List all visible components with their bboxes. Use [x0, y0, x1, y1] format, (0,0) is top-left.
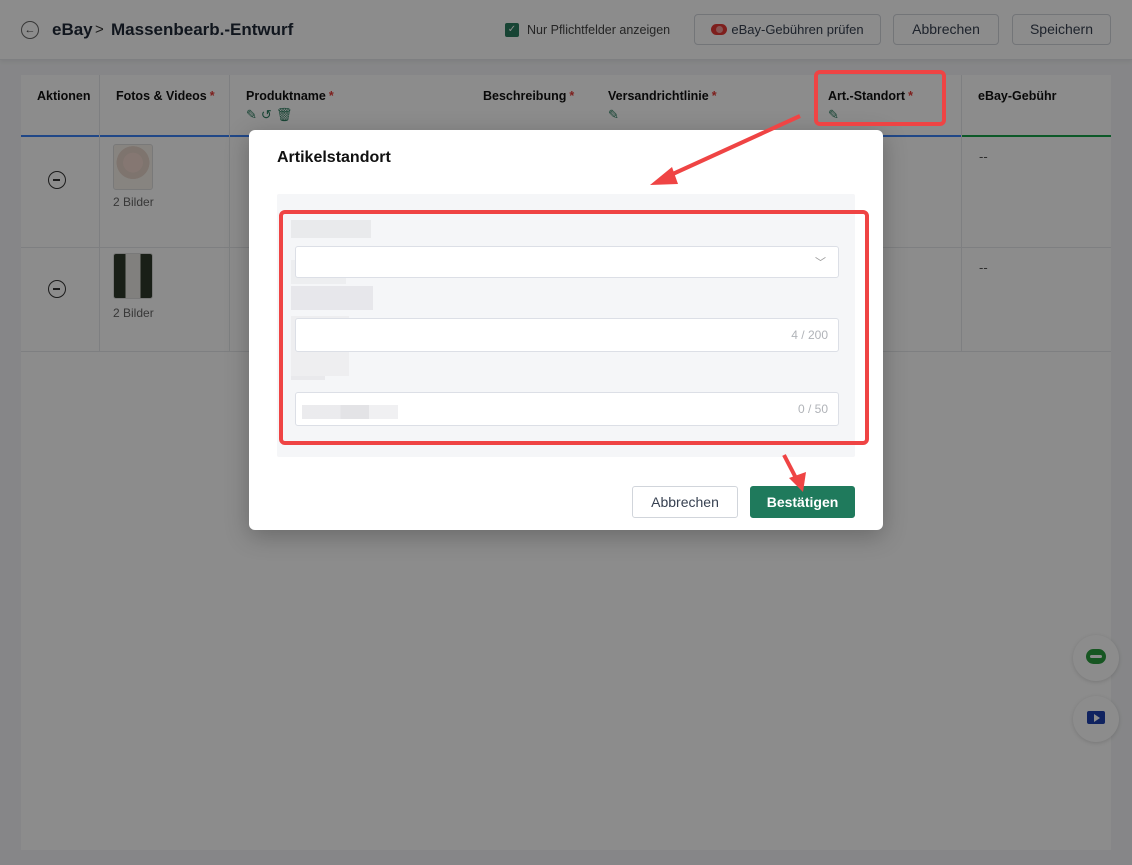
dialog-cancel-button[interactable]: Abbrechen [632, 486, 738, 518]
annotation-box-location-header [814, 70, 946, 126]
dialog-confirm-button[interactable]: Bestätigen [750, 486, 855, 518]
annotation-box-form [279, 210, 869, 445]
dialog-title: Artikelstandort [277, 149, 391, 166]
